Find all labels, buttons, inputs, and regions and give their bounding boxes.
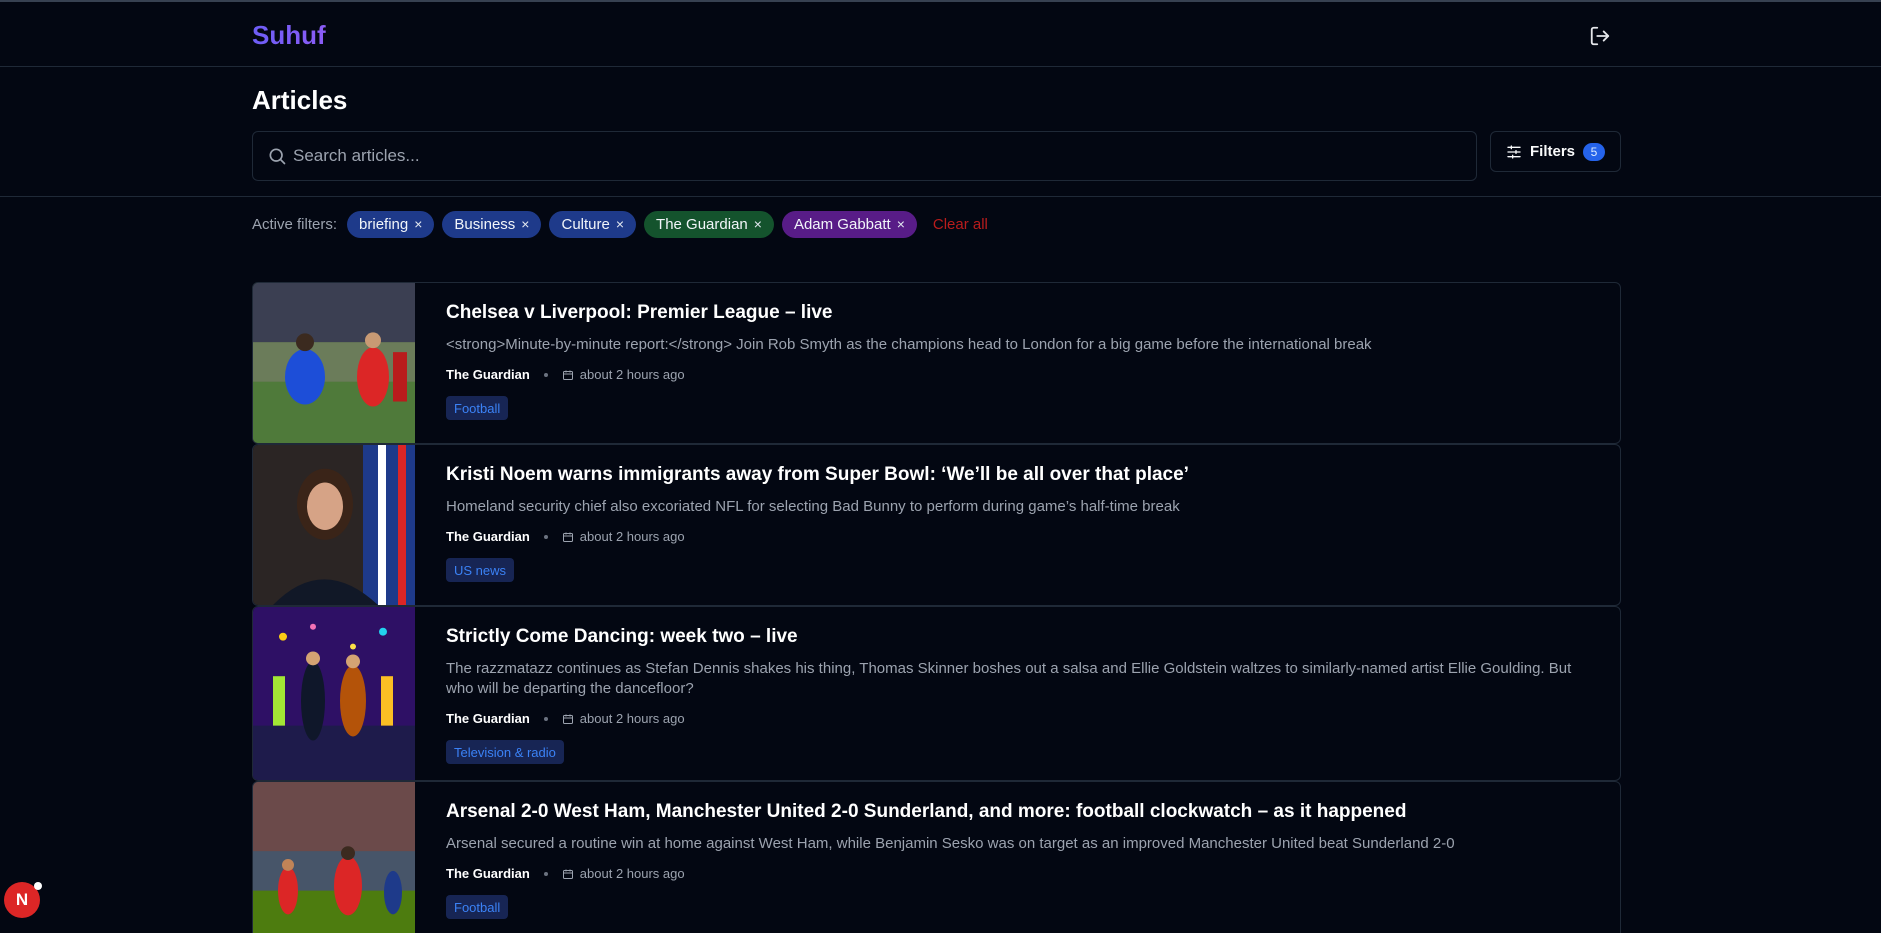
close-icon[interactable]: ×: [414, 216, 422, 232]
clear-all-button[interactable]: Clear all: [933, 216, 988, 233]
toolbar: Articles Filters 5: [0, 67, 1881, 197]
notification-dot: [34, 882, 42, 890]
close-icon[interactable]: ×: [521, 216, 529, 232]
article-title[interactable]: Strictly Come Dancing: week two – live: [446, 626, 798, 648]
article-tag[interactable]: Football: [446, 895, 509, 919]
logout-icon: [1590, 26, 1610, 46]
sliders-icon: [1507, 144, 1521, 159]
article-time-text: about 2 hours ago: [579, 529, 685, 544]
filter-chip-briefing[interactable]: briefing ×: [347, 210, 435, 238]
filters-label: Filters: [1529, 143, 1575, 160]
article-card[interactable]: Strictly Come Dancing: week two – live T…: [252, 606, 1621, 781]
meta-separator: [543, 534, 548, 539]
filter-chip-label: briefing: [359, 215, 409, 233]
article-meta: The Guardian about 2 hours ago: [446, 711, 685, 726]
meta-separator: [543, 716, 548, 721]
article-title[interactable]: Arsenal 2-0 West Ham, Manchester United …: [446, 801, 1406, 823]
close-icon[interactable]: ×: [616, 216, 624, 232]
article-card[interactable]: Chelsea v Liverpool: Premier League – li…: [252, 282, 1621, 444]
search-input[interactable]: [293, 132, 1463, 180]
article-time: about 2 hours ago: [562, 711, 685, 726]
article-description: The razzmatazz continues as Stefan Denni…: [446, 660, 1572, 697]
app-logo[interactable]: Suhuf: [252, 20, 326, 51]
article-time: about 2 hours ago: [562, 367, 685, 382]
filter-chip-adam-gabbatt[interactable]: Adam Gabbatt ×: [781, 210, 917, 238]
article-time: about 2 hours ago: [562, 529, 685, 544]
article-time: about 2 hours ago: [562, 866, 685, 881]
article-source: The Guardian: [446, 866, 530, 881]
search-box[interactable]: [252, 131, 1477, 181]
logout-button[interactable]: [1586, 22, 1614, 50]
filter-chip-the-guardian[interactable]: The Guardian ×: [644, 210, 774, 238]
article-source: The Guardian: [446, 529, 530, 544]
filter-chip-label: Culture: [561, 215, 610, 233]
article-description: Arsenal secured a routine win at home ag…: [446, 835, 1455, 852]
filter-chip-label: Adam Gabbatt: [793, 215, 891, 233]
article-list: Chelsea v Liverpool: Premier League – li…: [252, 282, 1622, 933]
filter-chip-label: Business: [454, 215, 516, 233]
article-source: The Guardian: [446, 367, 530, 382]
article-meta: The Guardian about 2 hours ago: [446, 529, 685, 544]
article-meta: The Guardian about 2 hours ago: [446, 367, 685, 382]
calendar-icon: [562, 532, 573, 542]
filter-chip-label: The Guardian: [656, 215, 748, 233]
calendar-icon: [562, 370, 573, 380]
filter-chip-culture[interactable]: Culture ×: [549, 210, 637, 238]
filters-count-badge: 5: [1583, 142, 1605, 161]
article-description: <strong>Minute-by-minute report:</strong…: [446, 336, 1372, 353]
filter-chip-business[interactable]: Business ×: [442, 210, 542, 238]
meta-separator: [543, 871, 548, 876]
search-icon: [269, 148, 286, 165]
page-title: Articles: [252, 85, 348, 115]
article-source: The Guardian: [446, 711, 530, 726]
notification-letter: N: [15, 890, 29, 909]
article-thumbnail[interactable]: [253, 607, 415, 780]
active-filters-label: Active filters:: [252, 215, 338, 233]
article-time-text: about 2 hours ago: [579, 367, 685, 382]
article-thumbnail[interactable]: [253, 445, 415, 605]
article-tag[interactable]: Television & radio: [446, 740, 564, 764]
article-title[interactable]: Kristi Noem warns immigrants away from S…: [446, 464, 1189, 486]
meta-separator: [543, 372, 548, 377]
article-description: Homeland security chief also excoriated …: [446, 498, 1180, 515]
article-title[interactable]: Chelsea v Liverpool: Premier League – li…: [446, 302, 833, 324]
calendar-icon: [562, 714, 573, 724]
active-filters-bar: Active filters: briefing × Business × Cu…: [252, 210, 988, 238]
article-meta: The Guardian about 2 hours ago: [446, 866, 685, 881]
article-tag[interactable]: US news: [446, 558, 515, 582]
app-header: Suhuf: [0, 2, 1881, 67]
calendar-icon: [562, 869, 573, 879]
filters-button[interactable]: Filters 5: [1490, 131, 1621, 172]
close-icon[interactable]: ×: [754, 216, 762, 232]
article-card[interactable]: Arsenal 2-0 West Ham, Manchester United …: [252, 781, 1621, 933]
article-time-text: about 2 hours ago: [579, 866, 685, 881]
article-card[interactable]: Kristi Noem warns immigrants away from S…: [252, 444, 1621, 606]
article-thumbnail[interactable]: [253, 782, 415, 933]
article-time-text: about 2 hours ago: [579, 711, 685, 726]
article-thumbnail[interactable]: [253, 283, 415, 443]
article-tag[interactable]: Football: [446, 396, 509, 420]
notification-avatar-button[interactable]: N: [4, 882, 42, 918]
close-icon[interactable]: ×: [897, 216, 905, 232]
